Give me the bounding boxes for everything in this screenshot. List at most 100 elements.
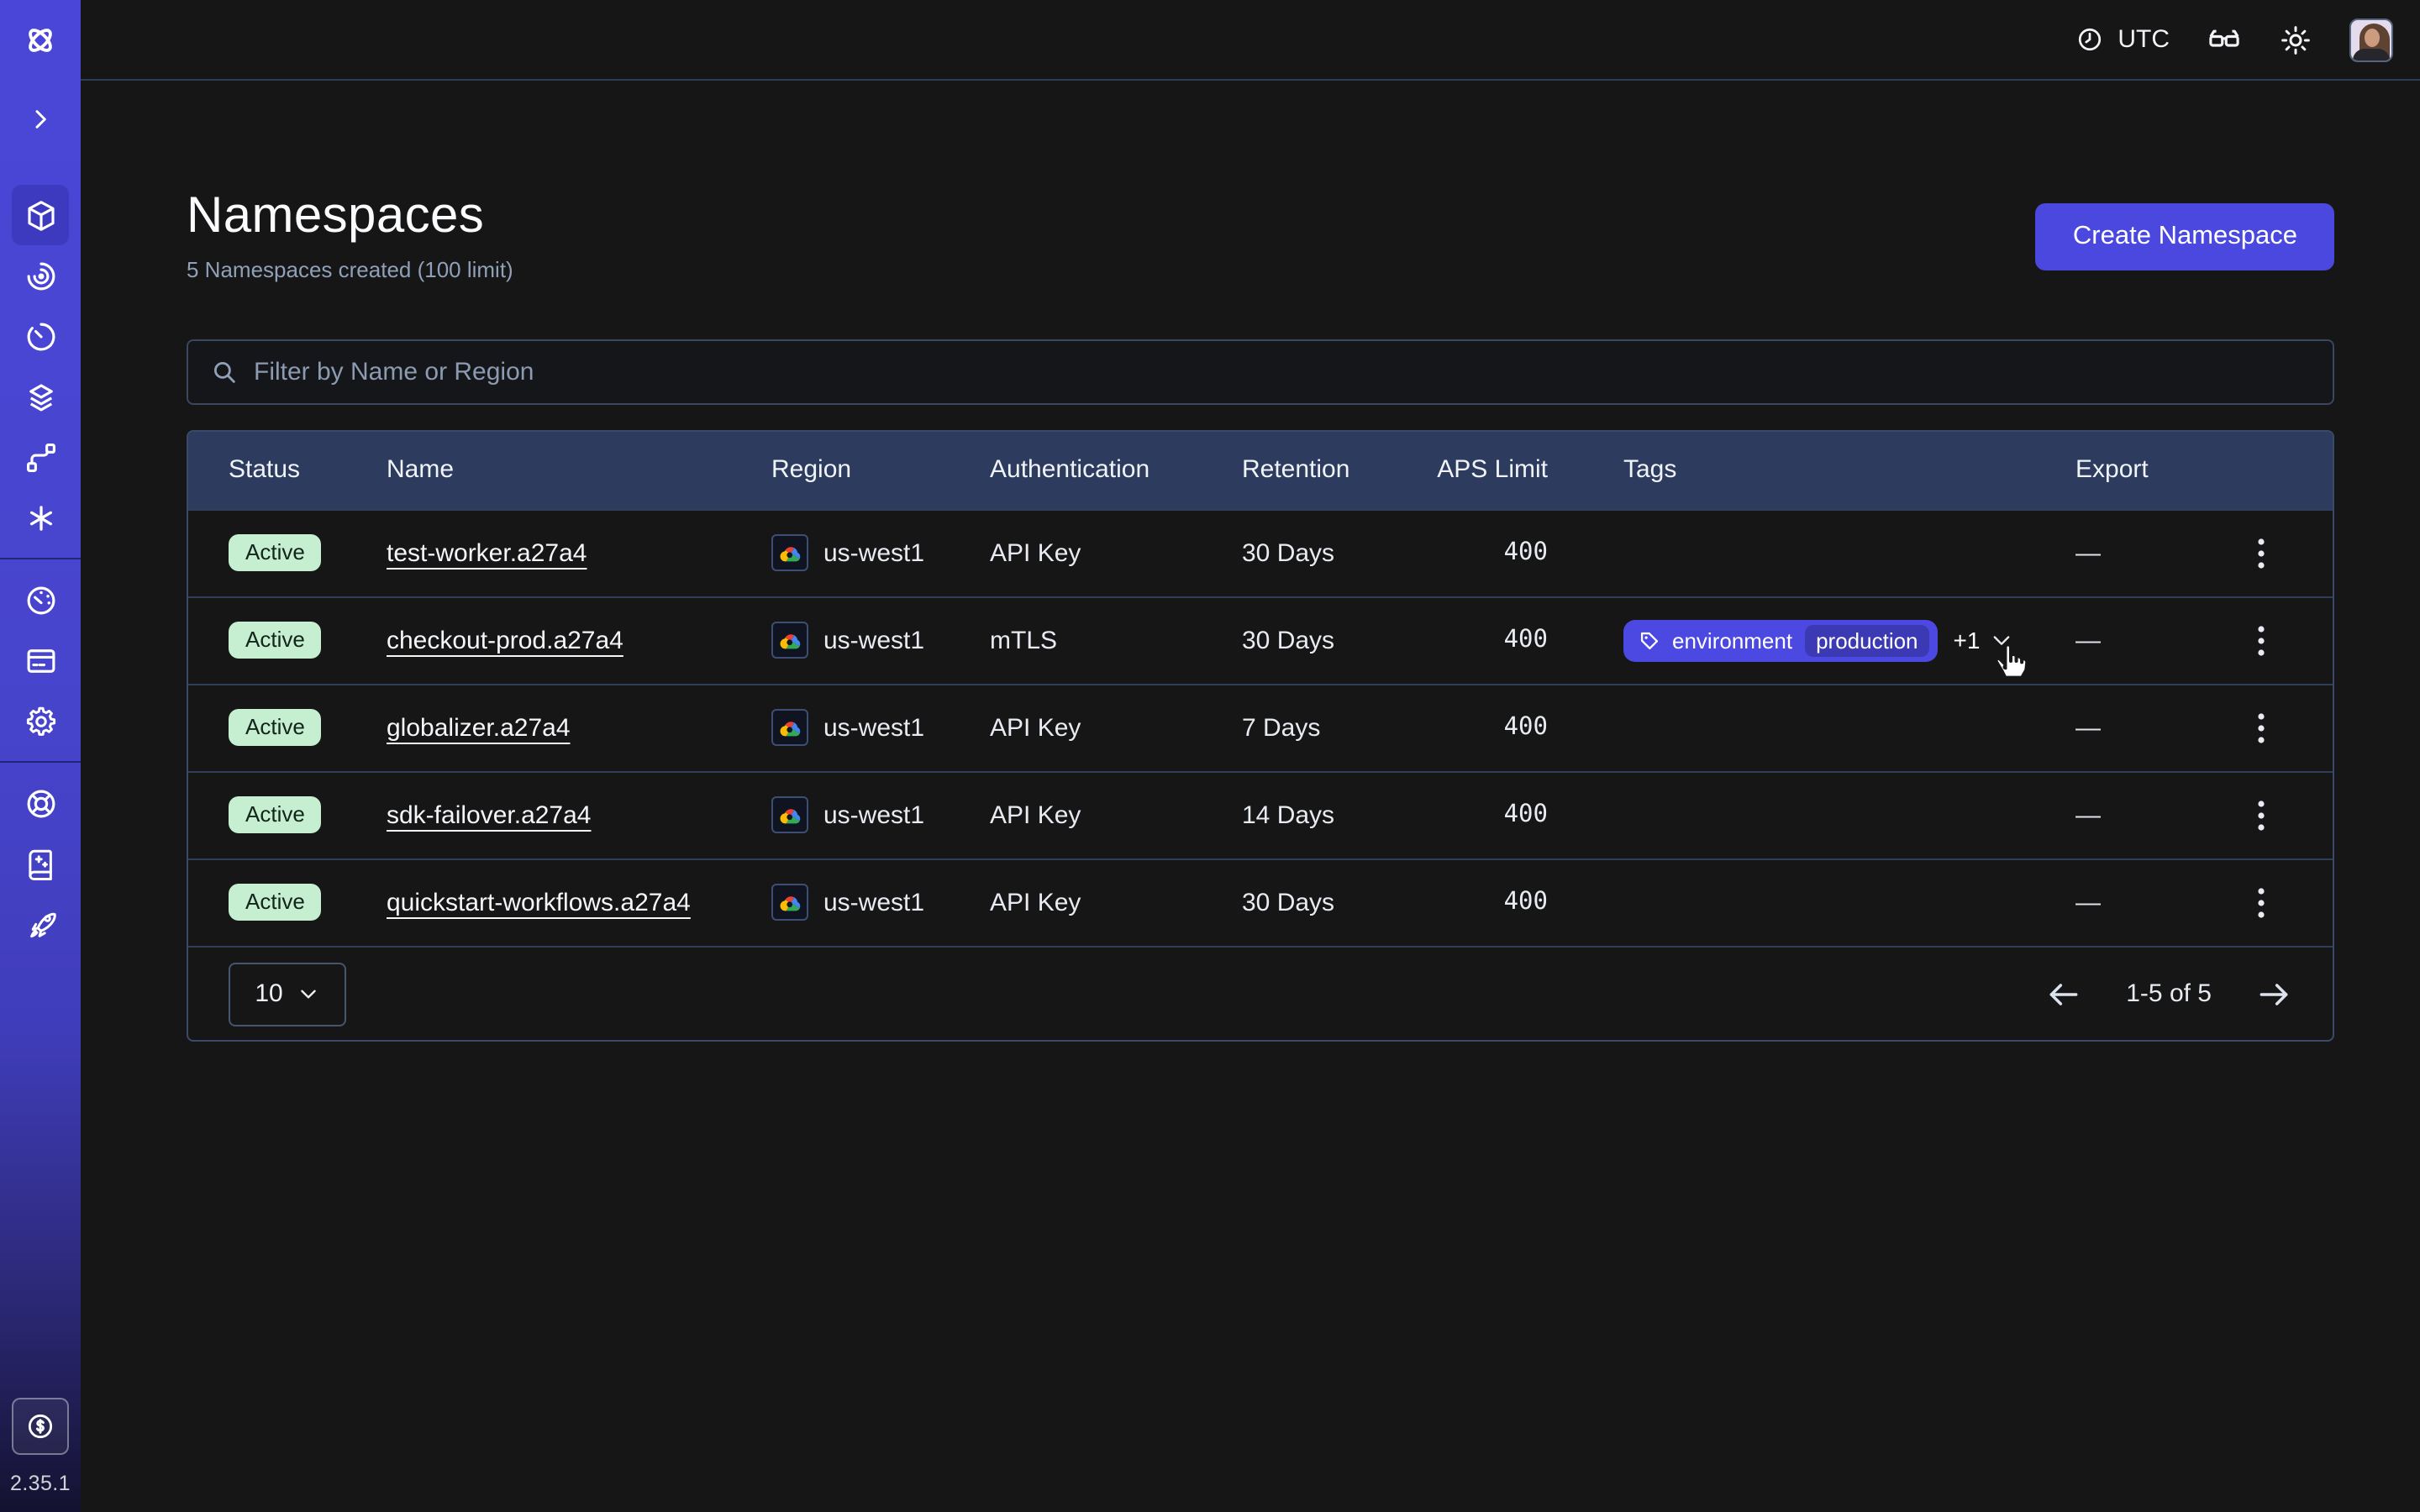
- filter-input[interactable]: [254, 358, 2311, 386]
- sun-icon: [2279, 23, 2312, 56]
- status-badge: Active: [229, 884, 322, 921]
- kebab-icon: [2257, 624, 2265, 656]
- region-label: us-west1: [823, 801, 924, 829]
- radar-icon: [23, 258, 58, 293]
- region-label: us-west1: [823, 713, 924, 742]
- dollar-badge-icon: [24, 1410, 57, 1443]
- table-row: Active test-worker.a27a4: [188, 509, 2333, 596]
- col-aps-limit: APS Limit: [1427, 432, 1578, 509]
- row-menu-button[interactable]: [2247, 880, 2275, 926]
- retention-label: 30 Days: [1242, 858, 1427, 946]
- arrow-left-icon: [2045, 975, 2082, 1012]
- cube-icon: [23, 197, 58, 233]
- sidebar-item-nexus[interactable]: [12, 427, 69, 487]
- aps-value: 400: [1427, 596, 1578, 684]
- auth-label: API Key: [990, 509, 1242, 596]
- export-value: —: [2075, 801, 2101, 829]
- row-menu-button[interactable]: [2247, 617, 2275, 663]
- next-page-button[interactable]: [2255, 975, 2292, 1012]
- col-status: Status: [188, 432, 387, 509]
- page-title: Namespaces: [187, 188, 513, 245]
- accessibility-button[interactable]: [2207, 22, 2242, 57]
- sidebar-item-usage[interactable]: [12, 570, 69, 630]
- sidebar-item-docs[interactable]: [12, 833, 69, 894]
- table-header-row: Status Name Region Authentication Retent…: [188, 432, 2333, 509]
- col-tags: Tags: [1578, 432, 2075, 509]
- retention-label: 14 Days: [1242, 771, 1427, 858]
- pagination-range: 1-5 of 5: [2126, 979, 2212, 1008]
- tags-expand-button[interactable]: +1: [1954, 627, 2014, 654]
- col-region: Region: [771, 432, 990, 509]
- kebab-icon: [2257, 711, 2265, 743]
- theme-toggle-button[interactable]: [2279, 23, 2312, 56]
- chevron-down-icon: [1990, 628, 2013, 652]
- rocket-icon: [23, 906, 58, 942]
- status-badge: Active: [229, 709, 322, 747]
- arrow-right-icon: [2255, 975, 2292, 1012]
- tags-more-count: +1: [1954, 627, 1981, 654]
- retention-label: 30 Days: [1242, 596, 1427, 684]
- namespace-link[interactable]: globalizer.a27a4: [387, 713, 571, 742]
- tag-pill[interactable]: environment production: [1623, 619, 1939, 661]
- sidebar-item-radar[interactable]: [12, 245, 69, 306]
- sidebar-item-settings[interactable]: [12, 690, 69, 751]
- sidebar-item-schedules[interactable]: [12, 306, 69, 366]
- retention-label: 30 Days: [1242, 509, 1427, 596]
- sidebar-item-asterisk[interactable]: [12, 487, 69, 548]
- namespace-link[interactable]: sdk-failover.a27a4: [387, 801, 592, 829]
- sidebar-nav: [0, 185, 81, 954]
- col-actions: [2247, 432, 2333, 509]
- page-size-select[interactable]: 10: [229, 962, 346, 1026]
- namespace-link[interactable]: quickstart-workflows.a27a4: [387, 889, 691, 917]
- aps-value: 400: [1427, 771, 1578, 858]
- sidebar-item-namespaces[interactable]: [12, 185, 69, 245]
- col-export: Export: [2075, 432, 2247, 509]
- sidebar-expand-button[interactable]: [0, 94, 81, 144]
- row-menu-button[interactable]: [2247, 792, 2275, 837]
- timezone-button[interactable]: UTC: [2075, 25, 2170, 54]
- auth-label: mTLS: [990, 596, 1242, 684]
- sidebar-divider: [0, 761, 81, 763]
- tags-cell: [1578, 509, 2075, 596]
- pricing-button[interactable]: [12, 1398, 69, 1455]
- tags-cell: [1578, 684, 2075, 771]
- user-avatar[interactable]: [2349, 18, 2393, 61]
- app-root: 2.35.1 UTC: [0, 0, 2420, 1512]
- timer-icon: [23, 318, 58, 354]
- main-content: Namespaces 5 Namespaces created (100 lim…: [81, 81, 2420, 1512]
- namespace-link[interactable]: checkout-prod.a27a4: [387, 626, 623, 654]
- sidebar-item-billing[interactable]: [12, 630, 69, 690]
- chevron-down-icon: [298, 983, 320, 1005]
- table-row: Active quickstart-workflows.a27a4: [188, 858, 2333, 946]
- sidebar-item-getting-started[interactable]: [12, 894, 69, 954]
- retention-label: 7 Days: [1242, 684, 1427, 771]
- tag-value: production: [1804, 624, 1929, 656]
- table-row: Active globalizer.a27a4: [188, 684, 2333, 771]
- namespaces-table: Status Name Region Authentication Retent…: [187, 430, 2334, 1042]
- auth-label: API Key: [990, 771, 1242, 858]
- row-menu-button[interactable]: [2247, 530, 2275, 575]
- namespace-count-label: 5 Namespaces created (100 limit): [187, 257, 513, 282]
- tags-cell: [1578, 858, 2075, 946]
- create-namespace-button[interactable]: Create Namespace: [2036, 203, 2334, 270]
- export-value: —: [2075, 889, 2101, 917]
- google-cloud-icon: [771, 622, 808, 659]
- table-row: Active checkout-prod.a27a4: [188, 596, 2333, 684]
- sidebar-item-support[interactable]: [12, 773, 69, 833]
- export-value: —: [2075, 626, 2101, 654]
- row-menu-button[interactable]: [2247, 705, 2275, 750]
- namespace-link[interactable]: test-worker.a27a4: [387, 538, 587, 567]
- timezone-label: UTC: [2118, 25, 2170, 54]
- sidebar: 2.35.1: [0, 0, 81, 1512]
- filter-bar: [187, 339, 2334, 405]
- sidebar-item-deployments[interactable]: [12, 366, 69, 427]
- status-badge: Active: [229, 796, 322, 834]
- auth-label: API Key: [990, 684, 1242, 771]
- col-authentication: Authentication: [990, 432, 1242, 509]
- previous-page-button[interactable]: [2045, 975, 2082, 1012]
- sidebar-divider: [0, 558, 81, 559]
- status-badge: Active: [229, 534, 322, 572]
- tags-cell: environment production +1: [1623, 619, 2075, 661]
- gauge-icon: [23, 582, 58, 617]
- status-badge: Active: [229, 622, 322, 659]
